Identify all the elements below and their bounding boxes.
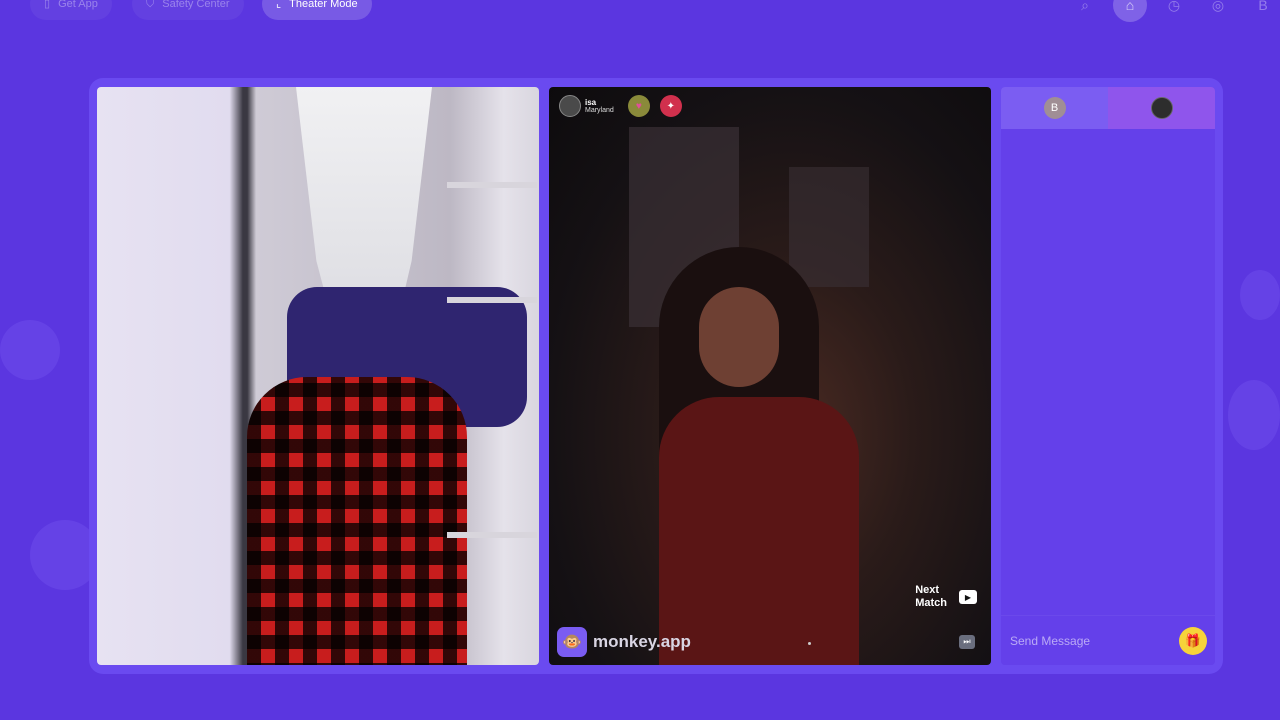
self-video (97, 87, 539, 665)
theater-mode-label: Theater Mode (289, 0, 358, 10)
peer-info: isa Maryland ♥ ✦ (559, 95, 682, 117)
get-app-button[interactable]: ▯ Get App (30, 0, 112, 20)
chat-participants: B (1001, 87, 1215, 129)
peer-avatar[interactable] (559, 95, 581, 117)
play-icon: ▶ (959, 590, 977, 604)
safety-center-button[interactable]: ⛉ Safety Center (132, 0, 244, 20)
brand: 🐵 monkey.app (557, 627, 691, 657)
indicator-dot (808, 642, 811, 645)
skip-forward-icon[interactable]: ⏭ (959, 635, 975, 649)
peer-tab[interactable] (1108, 87, 1215, 129)
phone-icon: ▯ (44, 0, 51, 10)
background-decoration (0, 320, 60, 380)
next-match-label-line2: Match (915, 597, 947, 609)
next-match-button[interactable]: Next Match ▶ (915, 584, 977, 610)
message-placeholder[interactable]: Send Message (1010, 634, 1179, 648)
camera-scene (247, 377, 467, 665)
message-input[interactable]: Send Message 🎁 (1001, 615, 1215, 665)
camera-scene (699, 287, 779, 387)
self-avatar: B (1043, 97, 1066, 119)
get-app-label: Get App (58, 0, 98, 10)
peer-chat-avatar (1150, 97, 1173, 119)
account-initial: B (1258, 0, 1268, 13)
location-icon[interactable]: ◎ (1203, 0, 1233, 20)
self-tab[interactable]: B (1001, 87, 1108, 129)
safety-center-label: Safety Center (162, 0, 230, 10)
account-avatar[interactable]: B (1248, 0, 1278, 20)
peer-video: isa Maryland ♥ ✦ Next Match ▶ 🐵 monkey.a… (549, 87, 991, 665)
peer-name: isa (585, 98, 597, 107)
monkey-logo-icon: 🐵 (557, 627, 587, 657)
peer-location: Maryland (585, 107, 614, 114)
background-decoration (1240, 270, 1280, 320)
self-initial: B (1050, 102, 1059, 114)
camera-scene (447, 297, 537, 303)
report-icon[interactable]: ✦ (659, 95, 682, 117)
heart-icon[interactable]: ♥ (627, 95, 650, 117)
history-icon[interactable]: ◷ (1159, 0, 1189, 20)
camera-scene (447, 532, 537, 538)
gift-icon[interactable]: 🎁 (1179, 626, 1207, 655)
shop-icon[interactable]: ⌂ (1113, 0, 1147, 22)
shield-icon: ⛉ (146, 0, 155, 10)
chat-panel: B Send Message 🎁 (1001, 87, 1215, 665)
search-icon[interactable]: ⌕ (1070, 0, 1100, 20)
theater-mode-button[interactable]: ⌞ Theater Mode (262, 0, 372, 20)
top-navigation: ▯ Get App ⛉ Safety Center ⌞ Theater Mode… (0, 0, 1280, 24)
brand-name: monkey.app (593, 632, 691, 651)
camera-scene (659, 397, 859, 665)
camera-scene (789, 167, 869, 287)
background-decoration (1228, 380, 1280, 450)
next-match-label-line1: Next (915, 584, 940, 596)
camera-scene (447, 182, 537, 188)
expand-icon: ⌞ (276, 0, 282, 10)
